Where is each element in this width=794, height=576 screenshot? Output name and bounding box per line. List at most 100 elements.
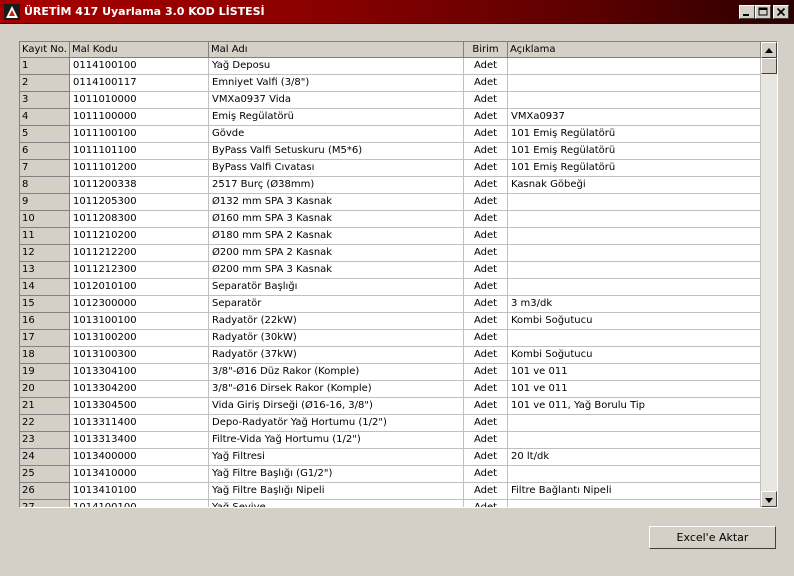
row-unit[interactable]: Adet — [464, 313, 508, 330]
row-item-name[interactable]: Yağ Filtresi — [209, 449, 464, 466]
row-description[interactable]: 101 Emiş Regülatörü — [508, 160, 761, 177]
row-item-code[interactable]: 1013410100 — [70, 483, 209, 500]
row-item-code[interactable]: 1013100200 — [70, 330, 209, 347]
row-item-name[interactable]: Ø132 mm SPA 3 Kasnak — [209, 194, 464, 211]
table-row[interactable]: 5 1011100100 Gövde Adet 101 Emiş Regülatörü — [20, 126, 761, 143]
row-unit[interactable]: Adet — [464, 58, 508, 75]
row-item-code[interactable]: 1011205300 — [70, 194, 209, 211]
app-logo-icon[interactable] — [4, 4, 20, 20]
row-item-name[interactable]: Yağ Filtre Başlığı (G1/2") — [209, 466, 464, 483]
table-row[interactable]: 15 1012300000 Separatör Adet 3 m3/dk — [20, 296, 761, 313]
row-description[interactable]: Kombi Soğutucu — [508, 313, 761, 330]
table-row[interactable]: 6 1011101100 ByPass Valfi Setuskuru (M5*6)… — [20, 143, 761, 160]
table-row[interactable]: 271014100100Yağ SeviyeAdet — [20, 500, 761, 507]
row-record-no[interactable]: 5 — [20, 126, 70, 143]
table-row[interactable]: 11 1011210200 Ø180 mm SPA 2 Kasnak Adet — [20, 228, 761, 245]
row-item-name[interactable]: Radyatör (22kW) — [209, 313, 464, 330]
row-item-name[interactable]: Radyatör (37kW) — [209, 347, 464, 364]
row-item-name[interactable]: VMXa0937 Vida — [209, 92, 464, 109]
row-item-name[interactable]: Yağ Filtre Başlığı Nipeli — [209, 483, 464, 500]
row-item-name[interactable]: Yağ Seviye — [209, 500, 464, 507]
table-row[interactable]: 1 0114100100 Yağ Deposu Adet — [20, 58, 761, 75]
row-item-name[interactable]: Ø180 mm SPA 2 Kasnak — [209, 228, 464, 245]
row-unit[interactable]: Adet — [464, 279, 508, 296]
row-description[interactable]: 20 lt/dk — [508, 449, 761, 466]
title-bar[interactable]: ÜRETİM 417 Uyarlama 3.0 KOD LİSTESİ — [0, 0, 794, 24]
row-description[interactable]: 101 Emiş Regülatörü — [508, 143, 761, 160]
row-item-name[interactable]: ByPass Valfi Cıvatası — [209, 160, 464, 177]
row-unit[interactable]: Adet — [464, 143, 508, 160]
row-unit[interactable]: Adet — [464, 364, 508, 381]
row-item-name[interactable]: Emiş Regülatörü — [209, 109, 464, 126]
row-description[interactable] — [508, 194, 761, 211]
table-row[interactable]: 2 0114100117 Emniyet Valfi (3/8") Adet — [20, 75, 761, 92]
row-record-no[interactable]: 15 — [20, 296, 70, 313]
row-record-no[interactable]: 3 — [20, 92, 70, 109]
row-description[interactable] — [508, 75, 761, 92]
row-record-no[interactable]: 2 — [20, 75, 70, 92]
row-record-no[interactable]: 10 — [20, 211, 70, 228]
row-item-name[interactable]: 2517 Burç (Ø38mm) — [209, 177, 464, 194]
row-item-code[interactable]: 1012010100 — [70, 279, 209, 296]
row-record-no[interactable]: 16 — [20, 313, 70, 330]
row-description[interactable] — [508, 500, 761, 507]
row-item-code[interactable]: 1011210200 — [70, 228, 209, 245]
row-item-name[interactable]: Separatör Başlığı — [209, 279, 464, 296]
row-item-code[interactable]: 1011101200 — [70, 160, 209, 177]
row-record-no[interactable]: 17 — [20, 330, 70, 347]
maximize-button[interactable] — [755, 5, 771, 19]
row-description[interactable] — [508, 466, 761, 483]
row-item-code[interactable]: 1011101100 — [70, 143, 209, 160]
row-record-no[interactable]: 13 — [20, 262, 70, 279]
row-record-no[interactable]: 21 — [20, 398, 70, 415]
row-unit[interactable]: Adet — [464, 245, 508, 262]
row-item-code[interactable]: 1013313400 — [70, 432, 209, 449]
table-row[interactable]: 9 1011205300 Ø132 mm SPA 3 Kasnak Adet — [20, 194, 761, 211]
table-row[interactable]: 14 1012010100 Separatör Başlığı Adet — [20, 279, 761, 296]
row-item-code[interactable]: 1011208300 — [70, 211, 209, 228]
row-record-no[interactable]: 25 — [20, 466, 70, 483]
column-header-item-code[interactable]: Mal Kodu — [70, 42, 209, 58]
row-description[interactable]: 3 m3/dk — [508, 296, 761, 313]
row-unit[interactable]: Adet — [464, 75, 508, 92]
table-row[interactable]: 3 1011010000 VMXa0937 Vida Adet — [20, 92, 761, 109]
row-record-no[interactable]: 6 — [20, 143, 70, 160]
row-description[interactable] — [508, 330, 761, 347]
row-item-code[interactable]: 0114100117 — [70, 75, 209, 92]
row-unit[interactable]: Adet — [464, 126, 508, 143]
row-item-code[interactable]: 1013304200 — [70, 381, 209, 398]
row-unit[interactable]: Adet — [464, 160, 508, 177]
row-unit[interactable]: Adet — [464, 262, 508, 279]
table-row[interactable]: 22 1013311400 Depo-Radyatör Yağ Hortumu (1… — [20, 415, 761, 432]
row-description[interactable]: VMXa0937 — [508, 109, 761, 126]
row-item-name[interactable]: Ø160 mm SPA 3 Kasnak — [209, 211, 464, 228]
row-record-no[interactable]: 18 — [20, 347, 70, 364]
row-unit[interactable]: Adet — [464, 211, 508, 228]
row-unit[interactable]: Adet — [464, 177, 508, 194]
row-description[interactable] — [508, 262, 761, 279]
row-description[interactable]: 101 Emiş Regülatörü — [508, 126, 761, 143]
code-list-grid[interactable]: Kayıt No. Mal Kodu Mal Adı Birim Açıklam… — [19, 41, 778, 508]
row-item-code[interactable]: 0114100100 — [70, 58, 209, 75]
scroll-thumb[interactable] — [761, 58, 777, 74]
row-unit[interactable]: Adet — [464, 500, 508, 507]
row-unit[interactable]: Adet — [464, 432, 508, 449]
row-description[interactable] — [508, 432, 761, 449]
row-record-no[interactable]: 9 — [20, 194, 70, 211]
row-item-name[interactable]: Radyatör (30kW) — [209, 330, 464, 347]
row-item-code[interactable]: 1011212300 — [70, 262, 209, 279]
row-record-no[interactable]: 23 — [20, 432, 70, 449]
row-item-code[interactable]: 1011200338 — [70, 177, 209, 194]
table-row[interactable]: 13 1011212300 Ø200 mm SPA 3 Kasnak Adet — [20, 262, 761, 279]
row-unit[interactable]: Adet — [464, 347, 508, 364]
row-record-no[interactable]: 12 — [20, 245, 70, 262]
row-description[interactable] — [508, 92, 761, 109]
row-item-code[interactable]: 1013410000 — [70, 466, 209, 483]
row-unit[interactable]: Adet — [464, 194, 508, 211]
row-description[interactable] — [508, 228, 761, 245]
close-button[interactable] — [773, 5, 789, 19]
table-row[interactable]: 20 1013304200 3/8"-Ø16 Dirsek Rakor (Kompl… — [20, 381, 761, 398]
vertical-scrollbar[interactable] — [761, 42, 777, 507]
scroll-down-button[interactable] — [761, 491, 777, 507]
row-description[interactable] — [508, 245, 761, 262]
